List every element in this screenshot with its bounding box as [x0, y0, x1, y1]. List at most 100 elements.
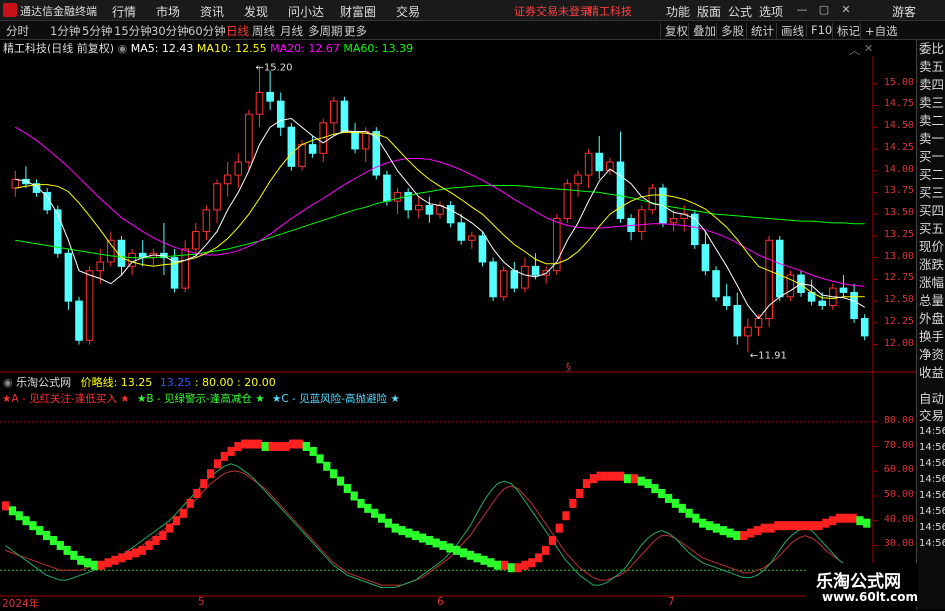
chart-settings-icon[interactable]: ◉: [118, 42, 128, 55]
menu-item-discover[interactable]: 发现: [244, 3, 268, 20]
signal-block: [453, 545, 461, 555]
quote-field-label[interactable]: 净资: [917, 346, 945, 364]
candle-body: [32, 183, 41, 193]
menu-item-news[interactable]: 资讯: [200, 3, 224, 20]
period-daily[interactable]: 日线: [226, 23, 249, 39]
menu-item-function[interactable]: 功能: [666, 3, 690, 20]
tool-add-watchlist[interactable]: +自选: [860, 23, 898, 39]
quote-field-label[interactable]: 卖四: [917, 76, 945, 94]
price-tick-label: 12.00: [883, 337, 914, 349]
signal-block: [562, 511, 570, 521]
signal-block: [295, 439, 304, 449]
signal-block: [138, 545, 146, 555]
signal-block: [794, 521, 803, 531]
quote-field-label[interactable]: 收益: [917, 364, 945, 382]
quote-field-label[interactable]: 涨跌: [917, 256, 945, 274]
candle-body: [287, 126, 296, 167]
tool-draw[interactable]: 画线: [776, 23, 804, 39]
minimize-icon[interactable]: —: [796, 4, 808, 16]
candle-body: [192, 231, 200, 250]
tool-overlay[interactable]: 叠加: [688, 23, 716, 39]
tool-stats[interactable]: 统计: [746, 23, 774, 39]
quote-field-label[interactable]: 总量: [917, 292, 945, 310]
fast-line: [5, 463, 874, 588]
candle-body: [170, 257, 179, 289]
signal-block: [418, 533, 427, 543]
quote-field-label[interactable]: 买五: [917, 220, 945, 238]
menu-item-market[interactable]: 市场: [156, 3, 180, 20]
oscillator-title: 乐淘公式网: [16, 376, 72, 389]
signal-block: [309, 446, 317, 456]
menu-item-ask[interactable]: 问小达: [288, 3, 324, 20]
period-multi[interactable]: 多周期: [308, 23, 343, 39]
login-warning[interactable]: 证券交易未登录: [514, 3, 591, 19]
signal-block: [521, 560, 529, 570]
candle-body: [234, 161, 243, 176]
trade-time-label: 14:56: [919, 474, 945, 485]
date-axis: 2024年 5 6 7: [0, 596, 873, 610]
quote-field-label[interactable]: 涨幅: [917, 274, 945, 292]
signal-block: [473, 553, 481, 563]
candle-body: [138, 252, 147, 259]
period-30min[interactable]: 30分钟: [151, 23, 189, 39]
signal-block: [2, 501, 10, 511]
signal-block: [835, 513, 844, 523]
quote-field-label[interactable]: 卖五: [917, 58, 945, 76]
signal-block: [459, 548, 468, 558]
period-15min[interactable]: 15分钟: [114, 23, 152, 39]
period-5min[interactable]: 5分钟: [82, 23, 112, 39]
close-panel-icon[interactable]: ✕: [864, 42, 873, 55]
ma5-line: [15, 117, 865, 320]
signal-block: [630, 474, 639, 484]
signal-block: [801, 521, 809, 531]
tool-adjust[interactable]: 复权: [660, 23, 688, 39]
signal-block: [425, 536, 433, 545]
guest-label[interactable]: 游客: [892, 3, 916, 20]
quote-field-label[interactable]: 买二: [917, 166, 945, 184]
candle-body: [213, 183, 221, 211]
menu-item-quotes[interactable]: 行情: [112, 3, 136, 20]
quote-field-label[interactable]: 现价: [917, 238, 945, 256]
candle-body: [775, 239, 784, 298]
quote-field-label[interactable]: 买四: [917, 202, 945, 220]
oscillator-settings-icon[interactable]: ◉: [3, 376, 13, 389]
period-weekly[interactable]: 周线: [252, 23, 275, 39]
collapse-icon[interactable]: ︿: [849, 42, 860, 58]
candle-body: [499, 270, 508, 298]
signal-block: [104, 558, 112, 568]
legend-b: B - 见绿警示-逢高减仓: [146, 393, 252, 405]
quote-field-label[interactable]: 买一: [917, 148, 945, 166]
signal-block: [371, 508, 379, 518]
quote-field-label[interactable]: 卖一: [917, 130, 945, 148]
signal-block: [548, 536, 557, 545]
menu-item-formula[interactable]: 公式: [728, 3, 752, 20]
price-chart: ←15.20 ←11.91 §: [0, 56, 916, 597]
period-monthly[interactable]: 月线: [280, 23, 303, 39]
tool-f10[interactable]: F10: [806, 23, 832, 37]
close-icon[interactable]: ✕: [840, 4, 852, 16]
quote-field-label[interactable]: 换手: [917, 328, 945, 346]
menu-item-options[interactable]: 选项: [759, 3, 783, 20]
menu-item-trade[interactable]: 交易: [396, 3, 420, 20]
quote-field-label[interactable]: 买三: [917, 184, 945, 202]
tool-multi-stock[interactable]: 多股: [716, 23, 744, 39]
menu-item-wealth[interactable]: 财富圈: [340, 3, 376, 20]
period-1min[interactable]: 1分钟: [50, 23, 80, 39]
signal-block: [172, 516, 181, 526]
signal-block: [740, 531, 748, 541]
candle-body: [478, 235, 487, 263]
signal-block: [84, 558, 92, 568]
period-more[interactable]: 更多: [344, 23, 367, 39]
quote-field-label[interactable]: 外盘: [917, 310, 945, 328]
quote-field-label[interactable]: 委比: [917, 40, 945, 58]
period-timeshare[interactable]: 分时: [6, 23, 29, 39]
menu-item-layout[interactable]: 版面: [697, 3, 721, 20]
signal-block: [849, 513, 857, 523]
quote-field-label[interactable]: 卖三: [917, 94, 945, 112]
tool-mark[interactable]: 标记: [832, 23, 860, 39]
maximize-icon[interactable]: ▢: [818, 4, 830, 16]
period-60min[interactable]: 60分钟: [188, 23, 226, 39]
candle-body: [786, 274, 795, 298]
quote-field-label[interactable]: 卖二: [917, 112, 945, 130]
signal-block: [726, 528, 734, 538]
